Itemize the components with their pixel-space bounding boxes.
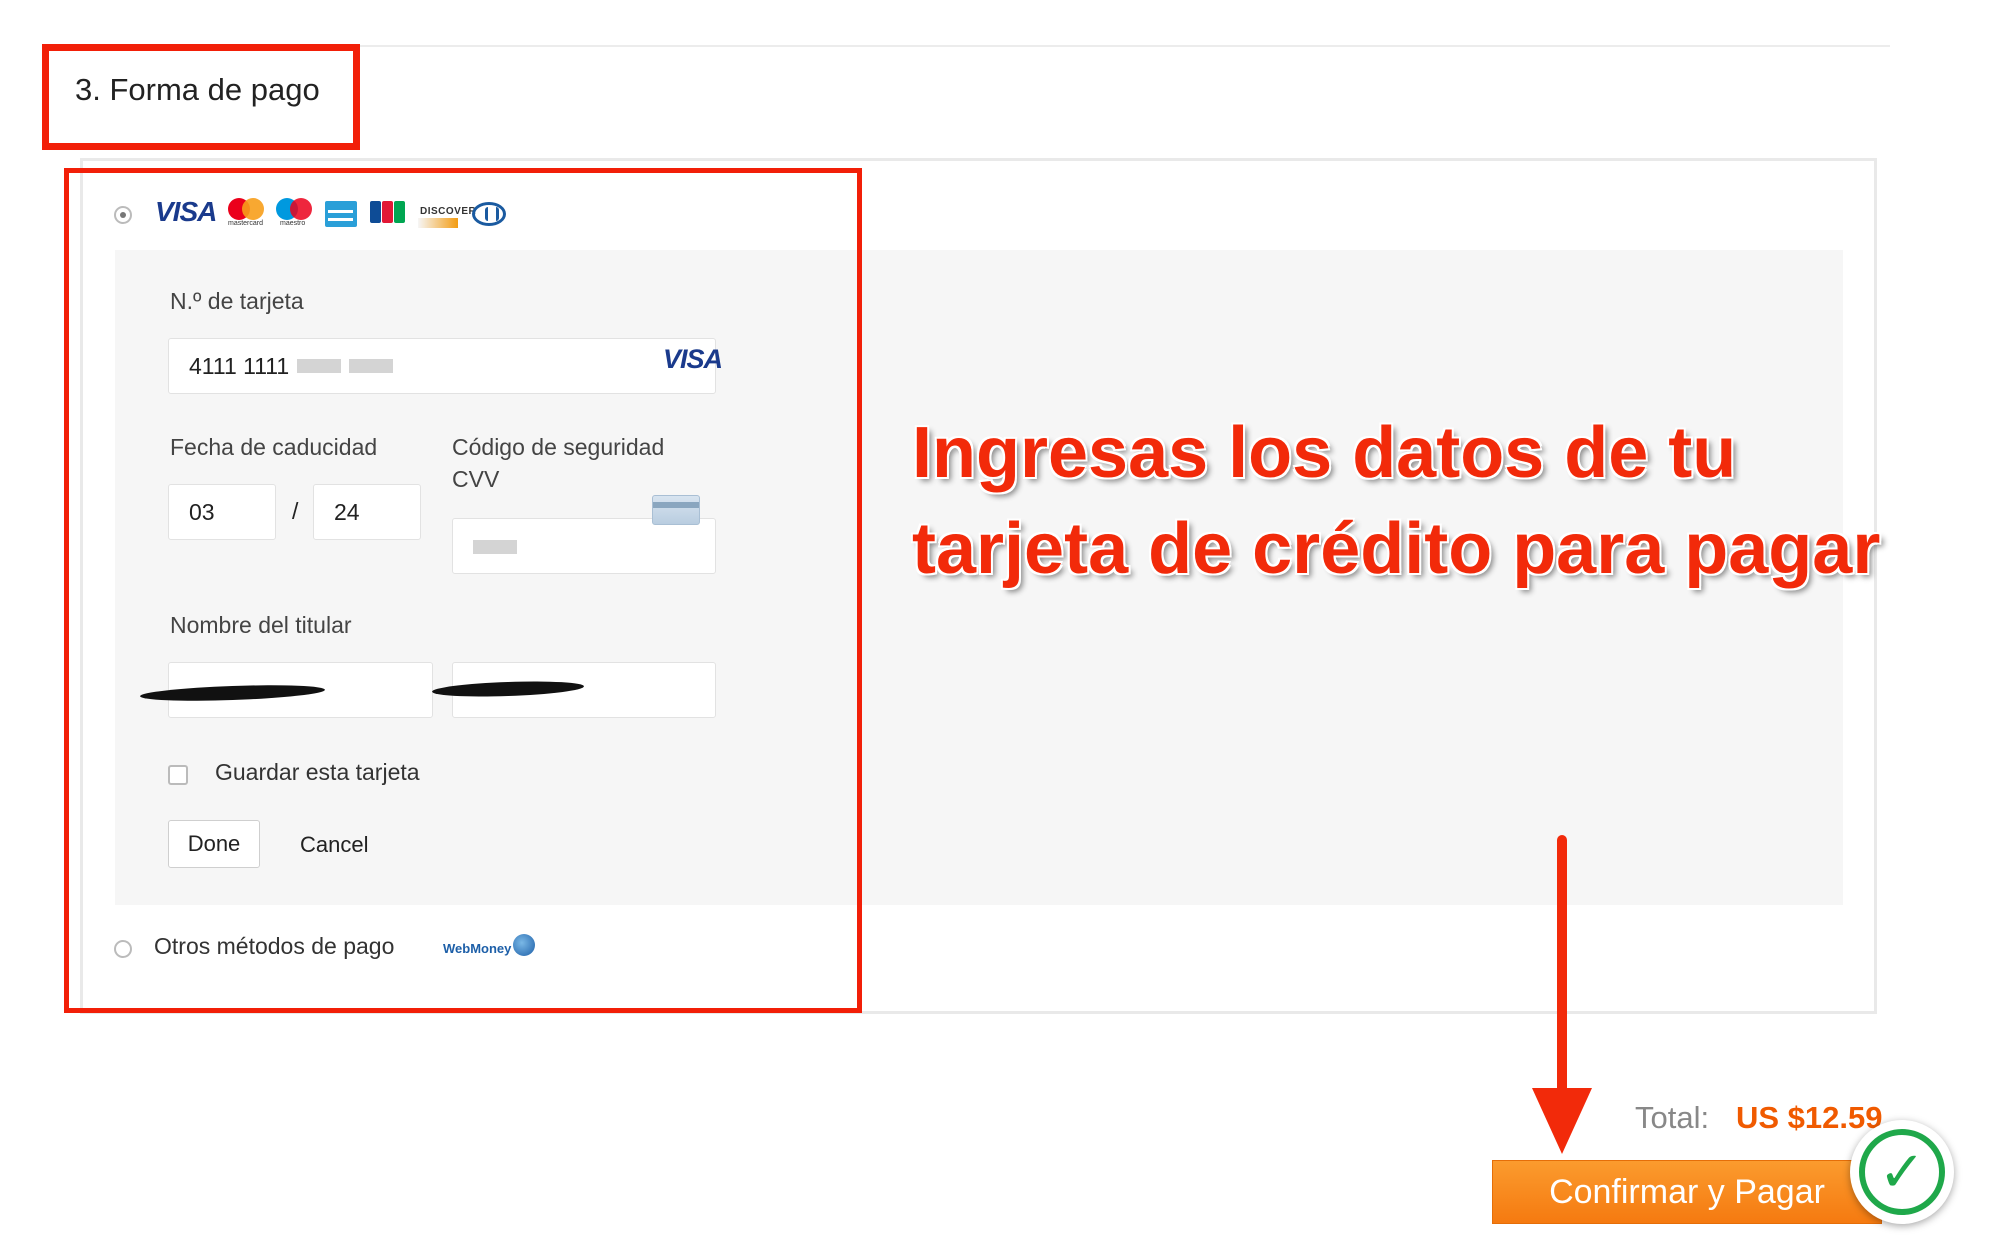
arrow-head-icon xyxy=(1532,1088,1592,1154)
check-badge: ✓ xyxy=(1850,1120,1954,1224)
annotation-highlight-box xyxy=(64,168,862,1013)
annotation-arrow xyxy=(1557,835,1567,1125)
total-value: US $12.59 xyxy=(1736,1100,1883,1135)
confirm-pay-button[interactable]: Confirmar y Pagar xyxy=(1492,1160,1882,1224)
section-title: 3. Forma de pago xyxy=(75,72,320,107)
total-label: Total: xyxy=(1635,1100,1710,1135)
annotation-line-2: tarjeta de crédito para pagar xyxy=(912,509,1881,589)
annotation-line-1: Ingresas los datos de tu xyxy=(912,413,1737,493)
checkmark-icon: ✓ xyxy=(1859,1129,1945,1215)
